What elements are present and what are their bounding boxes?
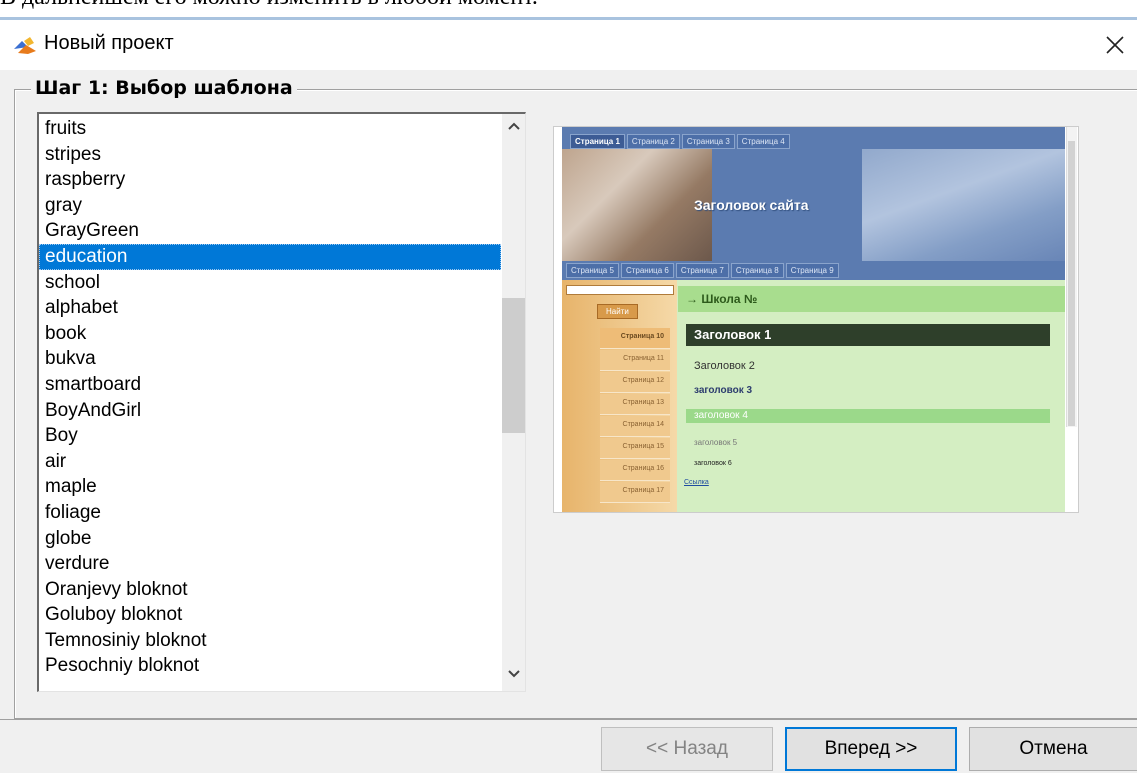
preview-heading-6: заголовок 6 [694, 460, 732, 467]
scroll-up-button[interactable] [502, 114, 525, 138]
template-list-item[interactable]: fruits [39, 116, 501, 142]
scroll-down-button[interactable] [502, 662, 525, 686]
preview-tab: Страница 2 [626, 134, 680, 149]
step-title: Шаг 1: Выбор шаблона [31, 77, 297, 99]
template-list-items: fruits stripes raspberry gray GrayGreen educa… [39, 116, 501, 679]
template-list-item[interactable]: Oranjevy bloknot [39, 577, 501, 603]
close-button[interactable] [1091, 20, 1137, 70]
template-list-item[interactable]: Temnosiniy bloknot [39, 628, 501, 654]
template-list-item[interactable]: maple [39, 474, 501, 500]
preview-site-title: Заголовок сайта [694, 197, 809, 213]
template-list-item[interactable]: education [39, 243, 501, 270]
preview-tab: Страница 9 [785, 263, 839, 278]
preview-page: Страница 1 Страница 2 Страница 3 Страница 4… [562, 127, 1065, 512]
preview-heading-3: заголовок 3 [694, 385, 753, 396]
template-list-item[interactable]: bukva [39, 346, 501, 372]
template-list-item[interactable]: Pesochniy bloknot [39, 653, 501, 679]
preview-tab: Страница 3 [681, 134, 735, 149]
chevron-up-icon [508, 122, 520, 130]
next-button[interactable]: Вперед >> [785, 727, 957, 771]
template-list-item[interactable]: Goluboy bloknot [39, 602, 501, 628]
template-listbox[interactable]: fruits stripes raspberry gray GrayGreen educa… [37, 112, 526, 692]
document-text-strip: В дальнейшем его можно изменить в любой … [0, 0, 1137, 17]
preview-tab: Страница 6 [620, 263, 674, 278]
template-list-item[interactable]: smartboard [39, 372, 501, 398]
preview-tab: Страница 4 [736, 134, 790, 149]
document-text: В дальнейшем его можно изменить в любой … [0, 0, 538, 11]
preview-menu: Страница 10 Страница 11 Страница 12 Страниц… [600, 328, 670, 504]
preview-tabs-top: Страница 1 Страница 2 Страница 3 Страница 4 [570, 134, 790, 149]
window-title: Новый проект [44, 32, 174, 54]
preview-school-heading: → Школа № [678, 286, 1065, 312]
preview-menu-item: Страница 16 [600, 460, 670, 481]
template-list-item[interactable]: stripes [39, 142, 501, 168]
preview-tab: Страница 8 [730, 263, 784, 278]
preview-scrollbar [1066, 127, 1077, 427]
preview-heading-2: Заголовок 2 [694, 360, 755, 372]
template-list-item[interactable]: school [39, 270, 501, 296]
preview-tabs-bottom: Страница 5 Страница 6 Страница 7 Страница 8… [566, 263, 839, 278]
preview-header-photo-right [862, 149, 1065, 261]
preview-menu-item: Страница 10 [600, 328, 670, 349]
template-list-item[interactable]: verdure [39, 551, 501, 577]
title-bar[interactable]: Новый проект [0, 20, 1137, 70]
preview-menu-item: Страница 13 [600, 394, 670, 415]
preview-heading-4: заголовок 4 [686, 409, 1050, 423]
back-button[interactable]: << Назад [601, 727, 773, 771]
list-scrollbar[interactable] [502, 114, 525, 691]
preview-heading-1: Заголовок 1 [686, 324, 1050, 346]
template-list-item[interactable]: raspberry [39, 167, 501, 193]
preview-menu-item: Страница 14 [600, 416, 670, 437]
template-list-item[interactable]: gray [39, 193, 501, 219]
cancel-button[interactable]: Отмена [969, 727, 1137, 771]
preview-menu-item: Страница 11 [600, 350, 670, 371]
preview-left-column: Найти Страница 10 Страница 11 Страница 12 С… [562, 280, 677, 512]
preview-menu-item: Страница 12 [600, 372, 670, 393]
preview-tab: Страница 7 [675, 263, 729, 278]
preview-find-button: Найти [597, 304, 638, 319]
template-preview: Страница 1 Страница 2 Страница 3 Страница 4… [553, 126, 1079, 513]
preview-menu-item: Страница 15 [600, 438, 670, 459]
scroll-thumb[interactable] [502, 298, 525, 433]
close-icon [1106, 36, 1124, 54]
preview-search-box [566, 285, 674, 295]
template-list-item[interactable]: alphabet [39, 295, 501, 321]
preview-header: Страница 1 Страница 2 Страница 3 Страница 4… [562, 127, 1065, 280]
app-icon [14, 37, 36, 54]
preview-header-photo-left [562, 149, 712, 261]
chevron-down-icon [508, 670, 520, 678]
preview-menu-item: Страница 17 [600, 482, 670, 503]
template-list-item[interactable]: foliage [39, 500, 501, 526]
template-list-item[interactable]: BoyAndGirl [39, 398, 501, 424]
template-list-item[interactable]: Boy [39, 423, 501, 449]
preview-tab: Страница 1 [570, 134, 625, 149]
template-list-item[interactable]: air [39, 449, 501, 475]
preview-link: Ссылка [684, 479, 709, 486]
preview-heading-5: заголовок 5 [694, 438, 738, 447]
template-list-item[interactable]: book [39, 321, 501, 347]
footer-divider [0, 719, 1137, 720]
preview-tab: Страница 5 [566, 263, 619, 278]
preview-content: → Школа № Заголовок 1 Заголовок 2 заголо… [678, 280, 1065, 512]
template-list-item[interactable]: GrayGreen [39, 218, 501, 244]
preview-scroll-thumb [1068, 141, 1075, 426]
template-list-item[interactable]: globe [39, 526, 501, 552]
